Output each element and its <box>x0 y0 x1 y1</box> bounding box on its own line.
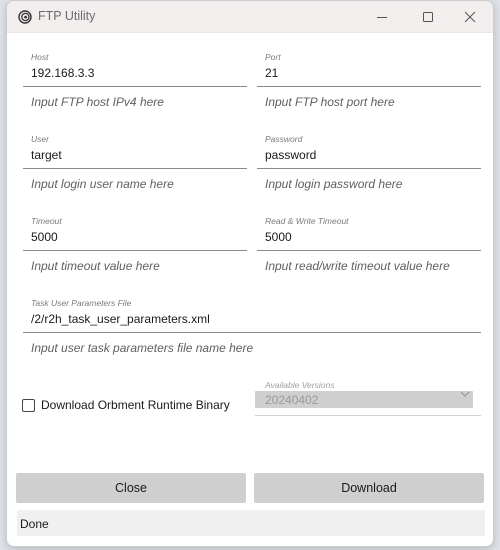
versions-caption: Available Versions <box>265 380 335 390</box>
maximize-button[interactable] <box>405 1 451 32</box>
window-title: FTP Utility <box>38 9 96 23</box>
timeout-field[interactable]: Timeout 5000 Input timeout value here <box>23 216 247 276</box>
port-caption: Port <box>265 52 281 62</box>
user-input[interactable]: target <box>31 148 62 162</box>
close-icon <box>464 11 476 22</box>
timeout-input[interactable]: 5000 <box>31 230 58 244</box>
timeout-underline <box>23 250 247 251</box>
download-runtime-label: Download Orbment Runtime Binary <box>41 398 230 412</box>
task-file-input[interactable]: /2/r2h_task_user_parameters.xml <box>31 312 210 326</box>
user-field[interactable]: User target Input login user name here <box>23 134 247 194</box>
minimize-button[interactable] <box>359 1 405 32</box>
password-caption: Password <box>265 134 303 144</box>
rw-timeout-caption: Read & Write Timeout <box>265 216 349 226</box>
ftp-utility-window: FTP Utility Host 192.168.3.3 Input FTP h… <box>6 0 494 547</box>
task-file-caption: Task User Parameters File <box>31 298 132 308</box>
password-underline <box>257 168 481 169</box>
user-caption: User <box>31 134 49 144</box>
host-field[interactable]: Host 192.168.3.3 Input FTP host IPv4 her… <box>23 52 247 112</box>
rw-timeout-field[interactable]: Read & Write Timeout 5000 Input read/wri… <box>257 216 481 276</box>
versions-selected-value: 20240402 <box>265 393 319 407</box>
download-runtime-checkbox[interactable] <box>22 398 35 412</box>
status-bar: Done <box>17 510 485 536</box>
title-bar[interactable]: FTP Utility <box>7 1 493 33</box>
task-file-underline <box>23 332 481 333</box>
close-window-button[interactable] <box>447 1 493 32</box>
download-button[interactable]: Download <box>254 473 484 503</box>
password-field[interactable]: Password password Input login password h… <box>257 134 481 194</box>
timeout-caption: Timeout <box>31 216 62 226</box>
rw-timeout-hint: Input read/write timeout value here <box>265 259 450 273</box>
user-hint: Input login user name here <box>31 177 174 191</box>
available-versions-dropdown: Available Versions 20240402 <box>255 380 481 416</box>
port-hint: Input FTP host port here <box>265 95 395 109</box>
minimize-icon <box>377 16 387 18</box>
rw-timeout-input[interactable]: 5000 <box>265 230 292 244</box>
password-hint: Input login password here <box>265 177 403 191</box>
host-hint: Input FTP host IPv4 here <box>31 95 164 109</box>
versions-select: 20240402 <box>255 391 473 408</box>
user-underline <box>23 168 247 169</box>
timeout-hint: Input timeout value here <box>31 259 160 273</box>
host-caption: Host <box>31 52 49 62</box>
spiral-icon <box>18 10 32 24</box>
download-runtime-option[interactable]: Download Orbment Runtime Binary <box>22 398 230 412</box>
task-file-hint: Input user task parameters file name her… <box>31 341 254 355</box>
port-field[interactable]: Port 21 Input FTP host port here <box>257 52 481 112</box>
host-input[interactable]: 192.168.3.3 <box>31 66 94 80</box>
port-input[interactable]: 21 <box>265 66 278 80</box>
versions-underline <box>255 415 481 416</box>
chevron-down-icon <box>460 391 470 397</box>
close-button[interactable]: Close <box>16 473 246 503</box>
host-underline <box>23 86 247 87</box>
rw-timeout-underline <box>257 250 481 251</box>
password-input[interactable]: password <box>265 148 316 162</box>
task-file-field[interactable]: Task User Parameters File /2/r2h_task_us… <box>23 298 481 358</box>
port-underline <box>257 86 481 87</box>
maximize-icon <box>423 11 433 22</box>
status-text: Done <box>20 517 49 531</box>
